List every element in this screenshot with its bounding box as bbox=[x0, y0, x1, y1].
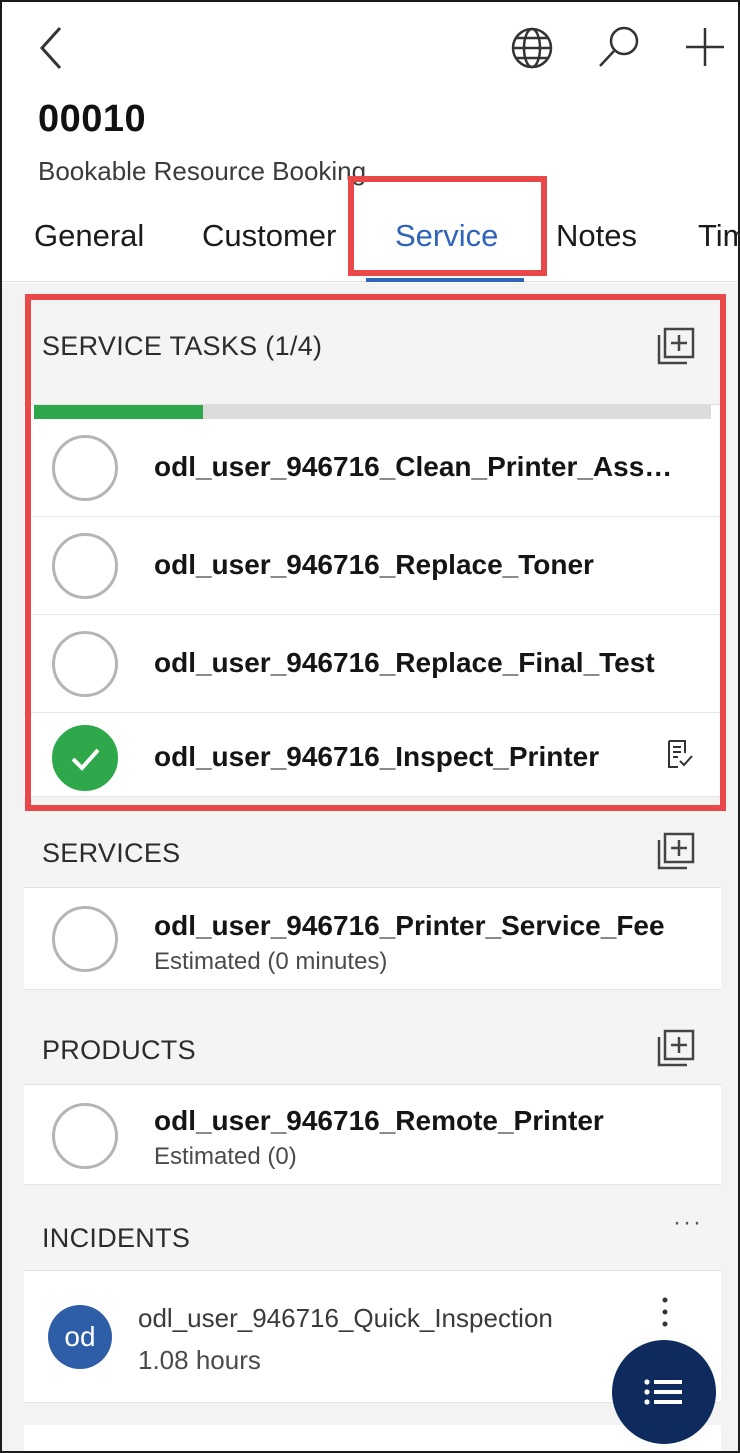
list-icon bbox=[644, 1379, 682, 1405]
incidents-title: INCIDENTS bbox=[42, 1223, 191, 1253]
incident-name: odl_user_946716_Quick_Inspection bbox=[138, 1303, 553, 1333]
tab-timeline[interactable]: Tim bbox=[698, 218, 738, 254]
product-estimate: Estimated (0) bbox=[154, 1143, 297, 1170]
search-icon[interactable] bbox=[596, 24, 642, 70]
globe-icon[interactable] bbox=[510, 26, 554, 70]
avatar: od bbox=[48, 1305, 112, 1369]
add-service-icon[interactable] bbox=[657, 832, 695, 870]
service-status-circle[interactable] bbox=[52, 906, 118, 972]
service-estimate: Estimated (0 minutes) bbox=[154, 948, 388, 975]
app-frame: 00010 Bookable Resource Booking General … bbox=[0, 0, 740, 1453]
tab-highlight-box bbox=[348, 176, 547, 276]
list-menu-button[interactable] bbox=[612, 1340, 716, 1444]
service-row[interactable]: odl_user_946716_Printer_Service_Fee Esti… bbox=[24, 888, 721, 990]
product-name: odl_user_946716_Remote_Printer bbox=[154, 1105, 604, 1136]
add-product-icon[interactable] bbox=[657, 1029, 695, 1067]
next-section-stub bbox=[24, 1425, 721, 1451]
product-status-circle[interactable] bbox=[52, 1103, 118, 1169]
product-row[interactable]: odl_user_946716_Remote_Printer Estimated… bbox=[24, 1085, 721, 1185]
record-title: 00010 bbox=[38, 98, 147, 140]
services-section: SERVICES odl_user_946716_Printer_Service… bbox=[24, 812, 721, 990]
services-title: SERVICES bbox=[42, 838, 181, 868]
tab-general[interactable]: General bbox=[34, 218, 144, 254]
products-header: PRODUCTS bbox=[24, 1013, 721, 1085]
incidents-header: INCIDENTS ··· bbox=[24, 1195, 721, 1271]
service-name: odl_user_946716_Printer_Service_Fee bbox=[154, 910, 665, 941]
active-tab-indicator bbox=[366, 278, 524, 282]
tab-customer[interactable]: Customer bbox=[202, 218, 336, 254]
back-arrow-icon[interactable] bbox=[36, 24, 68, 72]
incident-duration: 1.08 hours bbox=[138, 1345, 261, 1375]
products-section: PRODUCTS odl_user_946716_Remote_Printer … bbox=[24, 1013, 721, 1185]
tab-notes[interactable]: Notes bbox=[556, 218, 637, 254]
vertical-more-icon[interactable] bbox=[660, 1295, 670, 1331]
products-title: PRODUCTS bbox=[42, 1035, 196, 1065]
plus-icon[interactable] bbox=[684, 26, 726, 68]
section-highlight-box bbox=[25, 294, 726, 811]
entity-subtitle: Bookable Resource Booking bbox=[38, 156, 367, 186]
more-options-icon[interactable]: ··· bbox=[673, 1209, 703, 1237]
services-header: SERVICES bbox=[24, 812, 721, 888]
